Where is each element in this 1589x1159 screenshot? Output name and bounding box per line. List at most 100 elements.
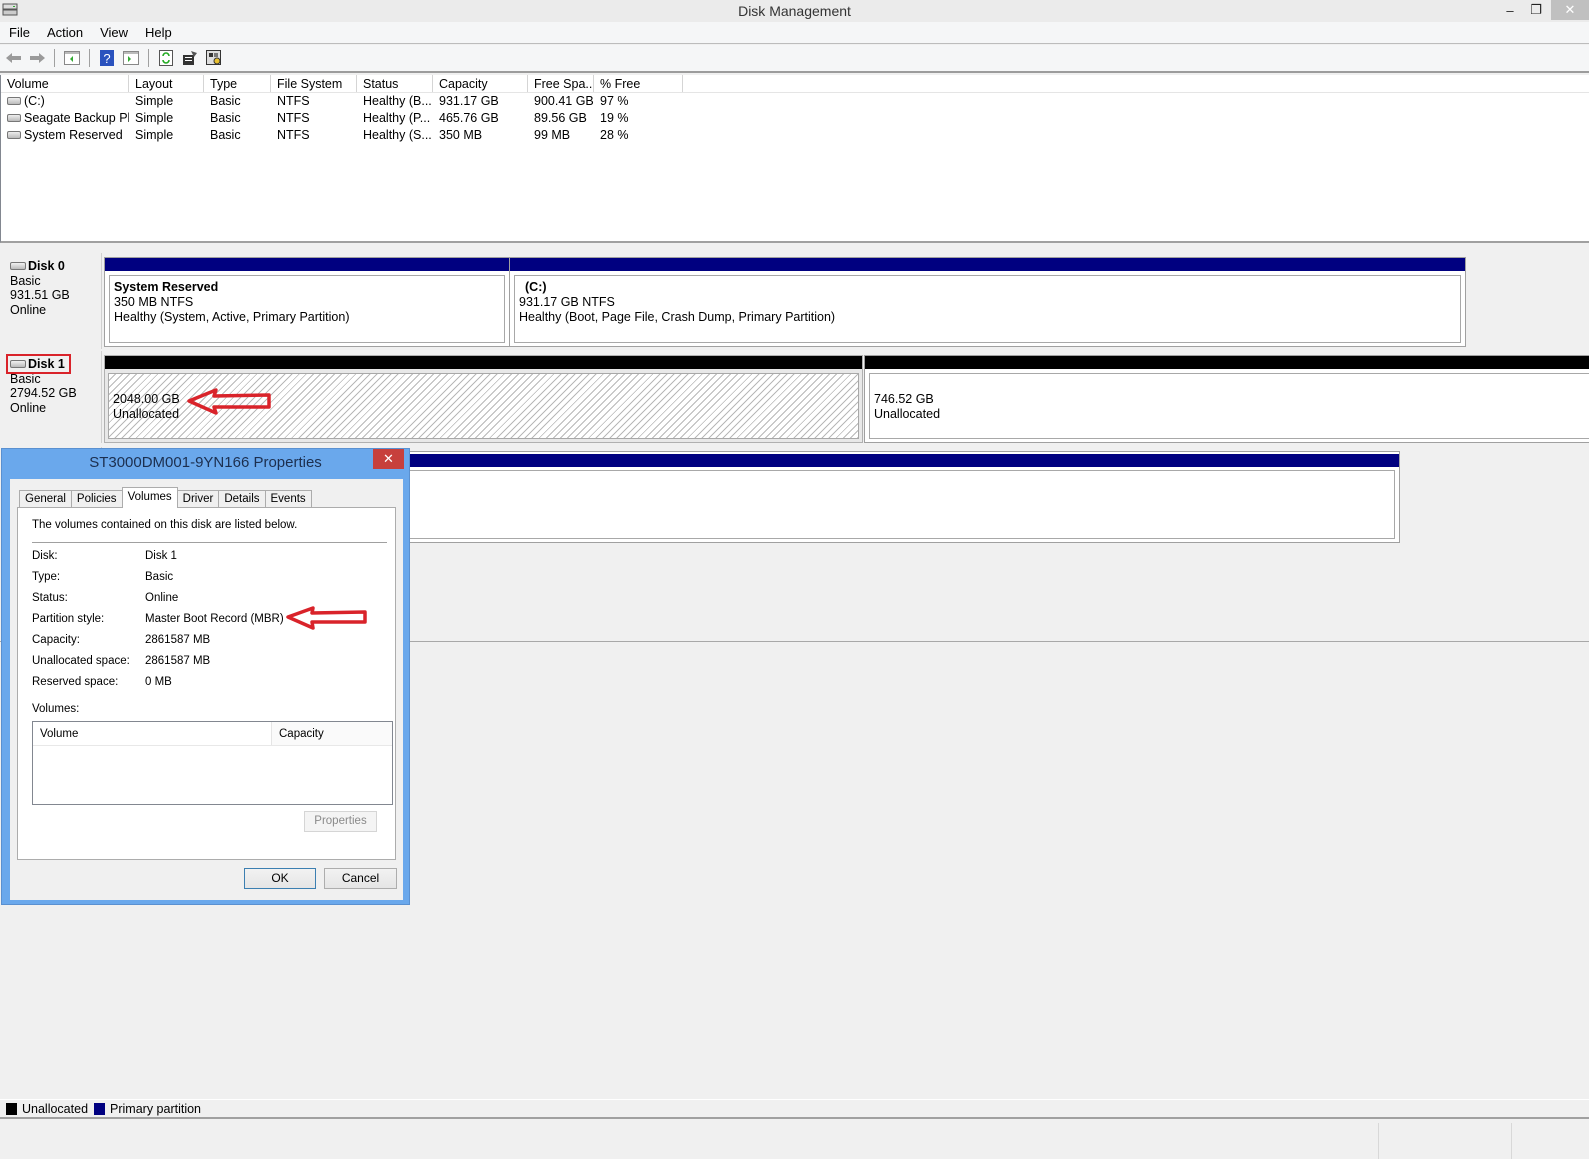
table-row[interactable]: (C:) Simple Basic NTFS Healthy (B... 931…	[1, 93, 1589, 110]
refresh-icon[interactable]	[157, 49, 175, 67]
status-pane	[1378, 1123, 1379, 1159]
menu-help[interactable]: Help	[136, 25, 180, 40]
legend-swatch-primary-partition	[94, 1102, 106, 1115]
column-header-layout[interactable]: Layout	[129, 75, 204, 92]
volume-status: Healthy (S...	[363, 128, 432, 142]
volume-icon	[7, 96, 21, 105]
legend: Unallocated Primary partition	[0, 1099, 1589, 1119]
volumes-table-header: Volume Capacity	[33, 722, 392, 746]
partition-size: 350 MB NTFS	[114, 295, 194, 309]
volume-file-system: NTFS	[277, 111, 310, 125]
show-hide-console-tree-icon[interactable]	[63, 49, 81, 67]
prop-label-unallocated-space: Unallocated space:	[32, 655, 130, 667]
dialog-title: ST3000DM001-9YN166 Properties	[89, 454, 322, 471]
prop-label-reserved-space: Reserved space:	[32, 676, 119, 688]
column-header-file-system[interactable]: File System	[271, 75, 357, 92]
column-header-volume[interactable]: Volume	[33, 722, 272, 745]
volume-layout: Simple	[135, 94, 174, 108]
back-icon[interactable]	[4, 49, 22, 67]
legend-swatch-unallocated	[6, 1102, 17, 1115]
help-icon[interactable]: ?	[98, 49, 116, 67]
volumes-table[interactable]: Volume Capacity	[32, 721, 393, 805]
volumes-tab-page: The volumes contained on this disk are l…	[17, 507, 396, 860]
volumes-label: Volumes:	[32, 703, 80, 715]
volume-name: System Reserved	[24, 128, 123, 142]
tab-events[interactable]: Events	[264, 490, 312, 508]
volume-layout: Simple	[135, 111, 174, 125]
volume-capacity: 465.76 GB	[439, 111, 499, 125]
volume-percent-free: 28 %	[600, 128, 629, 142]
volume-file-system: NTFS	[277, 94, 310, 108]
table-row[interactable]: System Reserved Simple Basic NTFS Health…	[1, 127, 1589, 144]
column-header-free-space[interactable]: Free Spa...	[528, 75, 594, 92]
partition-status: Healthy (System, Active, Primary Partiti…	[114, 310, 350, 324]
primary-partition-bar	[510, 258, 1465, 271]
tab-general[interactable]: General	[19, 490, 72, 508]
column-header-volume[interactable]: Volume	[1, 75, 129, 92]
menu-file[interactable]: File	[0, 25, 38, 40]
show-hide-action-pane-icon[interactable]	[122, 49, 140, 67]
toolbar-separator	[148, 49, 149, 67]
prop-label-type: Type:	[32, 571, 61, 583]
disk-status: Online	[10, 302, 47, 317]
prop-value-status: Online	[145, 592, 179, 604]
tab-volumes[interactable]: Volumes	[121, 487, 178, 508]
prop-value-disk: Disk 1	[145, 550, 177, 562]
partition-c-drive[interactable]: (C:) 931.17 GB NTFS Healthy (Boot, Page …	[509, 257, 1466, 347]
disk-0-label[interactable]: Disk 0 Basic 931.51 GB Online	[0, 253, 102, 349]
volume-layout: Simple	[135, 128, 174, 142]
minimize-button[interactable]: –	[1496, 0, 1524, 20]
table-row[interactable]: Seagate Backup Pl... Simple Basic NTFS H…	[1, 110, 1589, 127]
tab-driver[interactable]: Driver	[176, 490, 220, 508]
partition-system-reserved[interactable]: System Reserved 350 MB NTFS Healthy (Sys…	[104, 257, 510, 347]
cancel-button[interactable]: Cancel	[324, 868, 397, 889]
prop-value-capacity: 2861587 MB	[145, 634, 211, 646]
ok-button[interactable]: OK	[244, 868, 316, 889]
column-header-status[interactable]: Status	[357, 75, 433, 92]
column-header-capacity[interactable]: Capacity	[272, 722, 392, 745]
legend-label-unallocated: Unallocated	[22, 1101, 89, 1116]
tab-details[interactable]: Details	[218, 490, 266, 508]
status-pane	[1511, 1123, 1512, 1159]
volume-percent-free: 19 %	[600, 111, 629, 125]
disk-0-row: Disk 0 Basic 931.51 GB Online System Res…	[0, 253, 1589, 349]
disk-size: 931.51 GB	[10, 288, 70, 303]
settings-icon[interactable]	[205, 49, 223, 67]
properties-icon[interactable]	[181, 49, 199, 67]
volume-percent-free: 97 %	[600, 94, 629, 108]
volume-properties-button[interactable]: Properties	[304, 811, 377, 832]
disk-1-row: Disk 1 Basic 2794.52 GB Online 2048.00 G…	[0, 351, 1589, 443]
disk-status: Online	[10, 400, 47, 415]
unallocated-bar	[865, 356, 1589, 369]
close-button[interactable]: ✕	[1551, 0, 1589, 20]
primary-partition-bar	[105, 258, 509, 271]
column-header-capacity[interactable]: Capacity	[433, 75, 528, 92]
partition-size: 746.52 GB	[874, 392, 934, 406]
column-header-percent-free[interactable]: % Free	[594, 75, 683, 92]
forward-icon[interactable]	[28, 49, 46, 67]
volume-name: (C:)	[24, 94, 45, 108]
menu-bar: File Action View Help	[0, 22, 1589, 44]
prop-label-partition-style: Partition style:	[32, 613, 105, 625]
disk-type: Basic	[10, 273, 41, 288]
volume-status: Healthy (P...	[363, 111, 431, 125]
volume-type: Basic	[210, 111, 241, 125]
tab-policies[interactable]: Policies	[70, 490, 123, 508]
disk-size: 2794.52 GB	[10, 386, 77, 401]
partition-unallocated-2[interactable]: 746.52 GB Unallocated	[864, 355, 1589, 443]
volume-list-header: Volume Layout Type File System Status Ca…	[1, 75, 1589, 93]
volume-icon	[7, 113, 21, 122]
partition-size: 931.17 GB NTFS	[519, 295, 615, 309]
dialog-close-button[interactable]: ✕	[373, 449, 404, 469]
prop-value-partition-style: Master Boot Record (MBR)	[145, 613, 284, 625]
volume-free-space: 99 MB	[534, 128, 571, 142]
menu-view[interactable]: View	[91, 25, 136, 40]
toolbar-separator	[89, 49, 90, 67]
column-header-type[interactable]: Type	[204, 75, 271, 92]
volume-type: Basic	[210, 128, 241, 142]
volume-list: Volume Layout Type File System Status Ca…	[0, 75, 1589, 243]
svg-text:?: ?	[103, 51, 110, 66]
disk-icon	[10, 262, 26, 271]
menu-action[interactable]: Action	[38, 25, 91, 40]
restore-button[interactable]: ❐	[1522, 0, 1550, 20]
